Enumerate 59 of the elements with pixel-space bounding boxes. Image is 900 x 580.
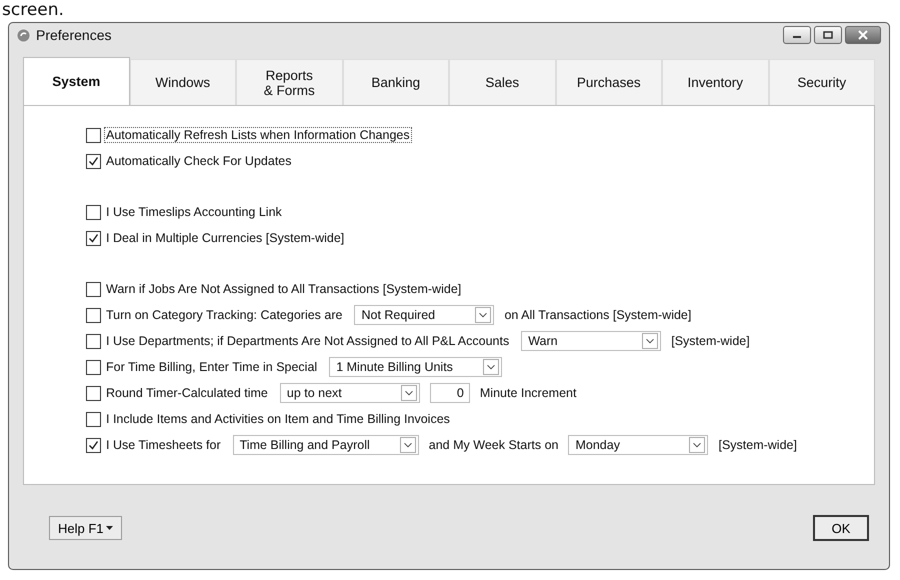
tab[interactable]: Reports & Forms <box>236 59 342 105</box>
chevron-down-icon <box>400 437 416 453</box>
checkbox-label[interactable]: I Use Departments; if Departments Are Not Assigned to All P&L Accounts <box>104 333 512 349</box>
dropdown[interactable]: Not Required <box>354 305 494 325</box>
option-label: on All Transactions [System-wide] <box>504 308 692 322</box>
checkbox[interactable] <box>86 154 101 168</box>
dropdown[interactable]: Monday <box>568 435 708 455</box>
option-label: [System-wide] <box>718 438 797 452</box>
maximize-button[interactable] <box>814 26 842 44</box>
option-label: [System-wide] <box>671 334 750 348</box>
chevron-down-icon <box>475 307 492 323</box>
checkbox-label[interactable]: I Deal in Multiple Currencies [System-wide] <box>104 230 346 246</box>
tab[interactable]: Windows <box>130 59 236 105</box>
tab[interactable]: Security <box>768 59 875 105</box>
checkbox[interactable] <box>86 204 101 220</box>
checkbox-label[interactable]: I Use Timeslips Accounting Link <box>104 204 284 220</box>
checkbox-label[interactable]: Round Timer-Calculated time <box>104 385 270 401</box>
tab[interactable]: Banking <box>342 59 449 105</box>
checkbox-label[interactable]: Automatically Refresh Lists when Information Changes <box>104 127 412 143</box>
option-label: Minute Increment <box>480 386 576 400</box>
caret-icon <box>106 526 113 530</box>
checkbox-label[interactable]: I Use Timesheets for <box>104 437 223 453</box>
dropdown[interactable]: Warn <box>521 331 662 351</box>
tab[interactable]: System <box>23 57 130 105</box>
dropdown[interactable]: 1 Minute Billing Units <box>329 357 502 377</box>
checkbox[interactable] <box>86 438 101 452</box>
ok-button[interactable]: OK <box>813 515 869 541</box>
checkbox[interactable] <box>86 308 101 322</box>
checkbox[interactable] <box>86 412 101 426</box>
chevron-down-icon <box>642 333 658 349</box>
chevron-down-icon <box>689 437 706 453</box>
close-icon <box>857 30 869 40</box>
option-label: and My Week Starts on <box>428 438 558 452</box>
maximize-icon <box>823 31 833 39</box>
number-field[interactable]: 0 <box>430 383 470 403</box>
checkbox-label[interactable]: Turn on Category Tracking: Categories are <box>104 307 344 323</box>
tab[interactable]: Sales <box>449 59 556 105</box>
checkbox[interactable] <box>86 230 101 246</box>
help-button[interactable]: Help F1 <box>49 516 122 540</box>
tab[interactable]: Inventory <box>662 59 768 105</box>
checkbox-label[interactable]: Warn if Jobs Are Not Assigned to All Transactions [System-wide] <box>104 281 464 297</box>
checkbox-label[interactable]: For Time Billing, Enter Time in Special <box>104 359 320 375</box>
chevron-down-icon <box>400 385 417 401</box>
minimize-button[interactable] <box>783 26 811 44</box>
dropdown[interactable]: up to next <box>280 383 420 403</box>
window-title: Preferences <box>36 27 112 43</box>
chevron-down-icon <box>482 359 499 375</box>
checkbox-label[interactable]: I Include Items and Activities on Item and Time Billing Invoices <box>104 411 452 427</box>
checkbox[interactable] <box>86 360 101 374</box>
checkbox-label[interactable]: Automatically Check For Updates <box>104 153 294 169</box>
checkbox[interactable] <box>86 386 101 400</box>
checkbox[interactable] <box>86 128 101 142</box>
tab[interactable]: Purchases <box>556 59 662 105</box>
dropdown[interactable]: Time Billing and Payroll <box>232 435 419 455</box>
checkbox[interactable] <box>86 282 101 296</box>
close-button[interactable] <box>845 26 881 44</box>
app-icon <box>17 28 30 42</box>
page-text: screen. <box>1 0 65 22</box>
checkbox[interactable] <box>86 334 101 348</box>
